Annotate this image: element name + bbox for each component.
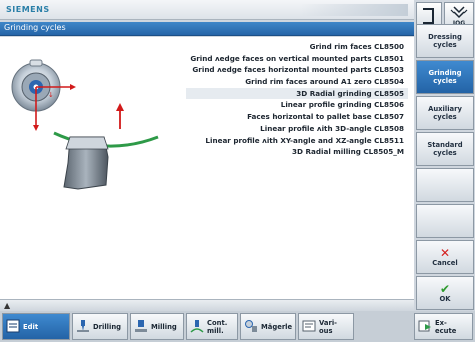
various-icon [299,319,319,335]
cancel-icon: ✕ [439,246,451,260]
drilling-icon [73,319,93,335]
softkey-label: cycles [433,149,457,157]
softkey-cancel[interactable]: ✕ Cancel [416,240,474,274]
cycle-item[interactable]: Linear profile grinding CL8506 [186,99,408,111]
softkey-label: Vari-ous [319,319,337,335]
softkey-label: cycles [433,113,457,121]
softkey-milling[interactable]: Milling [130,313,184,340]
softkey-cont[interactable]: Cont. mill. [186,313,238,340]
softkey-label-line: Drilling [93,322,122,331]
softkey-label-line: Vari- [319,318,337,327]
softkey-label: cycles [433,41,457,49]
softkey-label-line: ecute [435,326,457,335]
softkey-label: Auxiliary [428,105,462,113]
softkey-standard[interactable]: Standard cycles [416,132,474,166]
cycle-item[interactable]: Grind ʌedge faces on vertical mounted pa… [186,53,408,65]
softkey-label: Cancel [432,259,458,267]
softkey-label: Standard [427,141,463,149]
softkey-label-line: ous [319,326,333,335]
panel-header: Grinding cycles [0,22,414,36]
cycle-item[interactable]: 3D Radial milling CL8505_M [186,146,408,158]
grinding-illustration: ↓ [11,59,159,190]
panel-title: Grinding cycles [4,23,66,32]
softkey-label: Drilling [93,323,121,331]
edit-icon [3,319,23,335]
softkey-label: Mägerle [261,323,292,331]
scroll-up-icon[interactable]: ▲ [4,301,10,310]
maegerle-icon [241,319,261,335]
contour-milling-icon [187,319,207,335]
softkey-drilling[interactable]: Drilling [72,313,128,340]
softkey-dressing[interactable]: Dressing cycles [416,24,474,58]
cycle-item[interactable]: Grind rim faces around A1 zero CL8504 [186,76,408,88]
cycle-item[interactable]: Linear profile ʌith XY-angle and XZ-angl… [186,135,408,147]
softkey-label-line: Ex- [435,318,447,327]
softkey-label: Cont. mill. [207,319,227,335]
cycle-item[interactable]: Linear profile ʌith 3D-angle CL8508 [186,123,408,135]
cycle-item[interactable]: Grind rim faces CL8500 [186,41,408,53]
softkey-label: Grinding [428,69,462,77]
softkey-m-gerle[interactable]: Mägerle [240,313,296,340]
softkey-ex[interactable]: Ex-ecute [414,313,473,340]
softkey-label: Milling [151,323,177,331]
softkey-blank-4[interactable] [416,168,474,202]
horizontal-softkeys: Edit Drilling Milling Cont. mill. Mägerle Vari… [0,311,475,342]
cycle-item[interactable]: Grind ʌedge faces horizontal mounted par… [186,64,408,76]
milling-icon [131,319,151,335]
softkey-label-line: mill. [207,326,224,335]
scroll-strip: ▲ [0,299,414,311]
cycle-list: Grind rim faces CL8500 Grind ʌedge faces … [186,41,408,158]
check-icon: ✔ [439,282,451,296]
softkey-ok[interactable]: ✔ OK [416,276,474,310]
brand-logo: SIEMENS [6,5,50,14]
cycle-item[interactable]: 3D Radial grinding CL8505 [186,87,408,100]
softkey-label: Dressing [428,33,462,41]
softkey-grinding[interactable]: Grinding cycles [416,60,474,94]
softkey-label-line: Mägerle [261,322,293,331]
softkey-label-line: Milling [151,322,177,331]
main-panel: ↓ Grind rim faces CL8500 Grind ʌedge face… [0,37,414,299]
softkey-edit[interactable]: Edit [2,313,70,340]
execute-icon [415,319,435,335]
status-area [300,4,408,16]
softkey-vari[interactable]: Vari-ous [298,313,354,340]
softkey-label: Ex-ecute [435,319,456,335]
title-bar: SIEMENS [0,0,414,20]
softkey-label-line: Cont. [207,318,228,327]
softkey-label: OK [439,295,451,303]
softkey-auxiliary[interactable]: Auxiliary cycles [416,96,474,130]
svg-text:↓: ↓ [48,91,54,99]
softkey-label-line: Edit [23,322,39,331]
cycle-item[interactable]: Faces horizontal to pallet base CL8507 [186,111,408,123]
softkey-label: cycles [433,77,457,85]
softkey-label: Edit [23,323,38,331]
softkey-blank-5[interactable] [416,204,474,238]
